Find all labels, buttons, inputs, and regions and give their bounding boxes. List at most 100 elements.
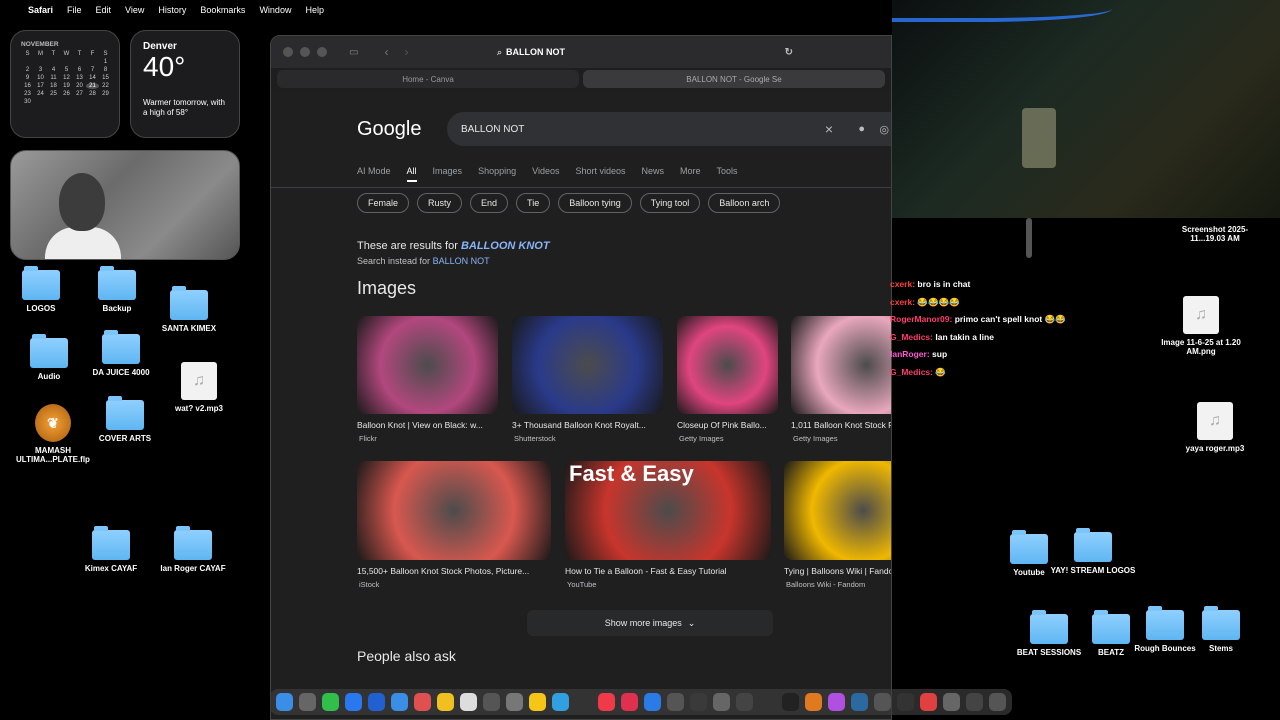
calendar-day[interactable]: 15 [99, 75, 112, 81]
desktop-icon[interactable]: ♫ Image 11-6-25 at 1.20 AM.png [1156, 296, 1246, 356]
calendar-day[interactable]: 23 [21, 91, 34, 97]
minimize-button[interactable] [300, 47, 310, 57]
dock-app-icon[interactable] [483, 693, 500, 711]
dock-app-icon[interactable] [989, 693, 1006, 711]
nav-tab[interactable]: News [642, 166, 665, 182]
image-result-source[interactable]: Getty Images [679, 434, 724, 443]
calendar-day[interactable]: 1 [99, 59, 112, 65]
calendar-day[interactable]: 27 [73, 91, 86, 97]
dock-app-icon[interactable] [598, 693, 615, 711]
calendar-day[interactable]: 16 [21, 83, 34, 89]
filter-chip[interactable]: Female [357, 193, 410, 213]
menu-help[interactable]: Help [305, 5, 324, 15]
dock-app-icon[interactable] [575, 693, 592, 711]
close-button[interactable] [283, 47, 293, 57]
dock-app-icon[interactable] [621, 693, 638, 711]
dock-app-icon[interactable] [368, 693, 385, 711]
desktop-icon[interactable]: YAY! STREAM LOGOS [1048, 528, 1138, 575]
image-result-source[interactable]: YouTube [567, 580, 596, 589]
back-icon[interactable]: ‹ [384, 45, 388, 59]
calendar-day[interactable]: 14 [86, 75, 99, 81]
calendar-day[interactable]: 25 [47, 91, 60, 97]
calendar-day[interactable] [86, 59, 99, 65]
desktop-icon[interactable]: ♫ yaya roger.mp3 [1170, 402, 1260, 453]
calendar-day[interactable]: 18 [47, 83, 60, 89]
lens-icon[interactable]: ◎ [879, 123, 889, 136]
desktop-icon[interactable]: SANTA KIMEX [144, 286, 234, 333]
dock-app-icon[interactable] [460, 693, 477, 711]
image-result-caption[interactable]: How to Tie a Balloon - Fast & Easy Tutor… [565, 566, 771, 576]
calendar-day[interactable]: 21 [86, 83, 99, 89]
image-result-thumbnail[interactable]: Fast & Easy [565, 461, 771, 560]
dock-app-icon[interactable] [736, 693, 753, 711]
dock-app-icon[interactable] [644, 693, 661, 711]
photo-widget[interactable] [10, 150, 240, 260]
image-result-thumbnail[interactable] [512, 316, 663, 414]
filter-chip[interactable]: End [470, 193, 509, 213]
zoom-button[interactable] [317, 47, 327, 57]
calendar-day[interactable]: 29 [99, 91, 112, 97]
image-result-caption[interactable]: Balloon Knot | View on Black: w... [357, 420, 498, 430]
image-result-caption[interactable]: 1,011 Balloon Knot Stock Photos, ... [791, 420, 891, 430]
image-result-source[interactable]: Shutterstock [514, 434, 556, 443]
scrollbar[interactable] [1026, 218, 1032, 258]
calendar-day[interactable]: 2 [21, 67, 34, 73]
nav-tab[interactable]: More [680, 166, 701, 182]
results-for-term[interactable]: BALLOON KNOT [461, 240, 550, 252]
dock-app-icon[interactable] [920, 693, 937, 711]
menu-edit[interactable]: Edit [96, 5, 112, 15]
nav-tab[interactable]: Shopping [478, 166, 516, 182]
nav-tab[interactable]: All [406, 166, 417, 182]
dock-app-icon[interactable] [667, 693, 684, 711]
google-logo[interactable]: Google [357, 118, 422, 141]
calendar-day[interactable]: 8 [99, 67, 112, 73]
calendar-day[interactable]: 13 [73, 75, 86, 81]
nav-tab[interactable]: Videos [532, 166, 559, 182]
dock-app-icon[interactable] [897, 693, 914, 711]
desktop-icon[interactable]: Kimex CAYAF [66, 526, 156, 573]
calendar-day[interactable]: 30 [21, 99, 34, 105]
show-more-images-button[interactable]: Show more images ⌄ [527, 610, 773, 636]
calendar-day[interactable]: 20 [73, 83, 86, 89]
nav-tab[interactable]: Images [433, 166, 463, 182]
nav-tab[interactable]: Short videos [575, 166, 625, 182]
menu-view[interactable]: View [125, 5, 144, 15]
dock-app-icon[interactable] [414, 693, 431, 711]
dock-app-icon[interactable] [713, 693, 730, 711]
dock-app-icon[interactable] [966, 693, 983, 711]
tab-google[interactable]: BALLON NOT - Google Se [583, 70, 885, 88]
desktop-icon[interactable]: Stems [1176, 606, 1266, 653]
image-result-thumbnail[interactable] [677, 316, 778, 414]
calendar-day[interactable] [47, 59, 60, 65]
dock-app-icon[interactable] [759, 693, 776, 711]
calendar-day[interactable]: 17 [34, 83, 47, 89]
dock-app-icon[interactable] [391, 693, 408, 711]
desktop-icon[interactable]: Screenshot 2025-11...19.03 AM [1170, 225, 1260, 243]
dock-app-icon[interactable] [828, 693, 845, 711]
sidebar-icon[interactable]: ▭ [349, 47, 358, 58]
search-instead-link[interactable]: BALLON NOT [433, 256, 490, 266]
weather-widget[interactable]: Denver 40° Warmer tomorrow, with a high … [130, 30, 240, 138]
nav-tab[interactable]: Tools [717, 166, 738, 182]
calendar-widget[interactable]: NOVEMBER S M T W T F S 1 2 3 4 5 6 7 8 9 10 11 12 13 14 15 16 1… [10, 30, 120, 138]
filter-chip[interactable]: Balloon arch [708, 193, 781, 213]
filter-chip[interactable]: Tie [516, 193, 551, 213]
image-result-source[interactable]: Getty Images [793, 434, 838, 443]
image-result-source[interactable]: Balloons Wiki - Fandom [786, 580, 865, 589]
image-result-caption[interactable]: 15,500+ Balloon Knot Stock Photos, Pictu… [357, 566, 551, 576]
calendar-day[interactable] [21, 59, 34, 65]
calendar-day[interactable]: 9 [21, 75, 34, 81]
image-result-source[interactable]: iStock [359, 580, 379, 589]
filter-chip[interactable]: Tying tool [639, 193, 701, 213]
calendar-day[interactable]: 7 [86, 67, 99, 73]
forward-icon[interactable]: › [404, 45, 408, 59]
calendar-day[interactable]: 6 [73, 67, 86, 73]
dock-app-icon[interactable] [874, 693, 891, 711]
dock-app-icon[interactable] [345, 693, 362, 711]
dock-app-icon[interactable] [437, 693, 454, 711]
calendar-day[interactable]: 4 [47, 67, 60, 73]
filter-chip[interactable]: Rusty [417, 193, 463, 213]
menu-file[interactable]: File [67, 5, 82, 15]
image-result-caption[interactable]: Tying | Balloons Wiki | Fandom [784, 566, 891, 576]
menu-history[interactable]: History [158, 5, 186, 15]
